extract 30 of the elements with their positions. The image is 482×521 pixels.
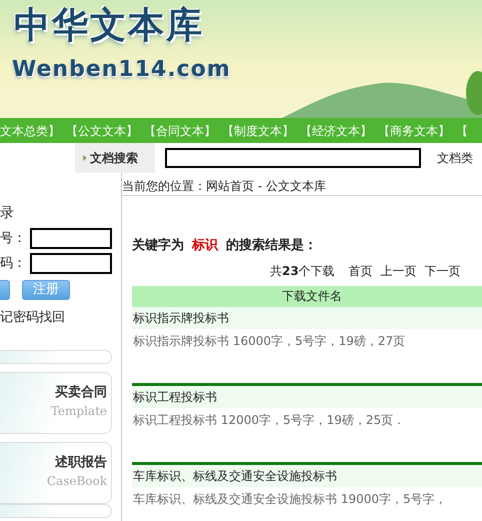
file-description: 车库标识、标线及交通安全设施投标书 19000字，5号字，	[132, 490, 448, 508]
side-panel[interactable]: 买卖合同 Template	[0, 372, 112, 434]
side-panel[interactable]: 述职报告 CaseBook	[0, 442, 112, 504]
category-label: 文档类	[437, 150, 473, 167]
panel-subtitle: Template	[50, 403, 107, 420]
breadcrumb: 当前您的位置：网站首页 - 公文文本库	[122, 173, 482, 196]
forgot-password-link[interactable]: 记密码找回	[0, 308, 121, 328]
column-header: 下载文件名	[132, 286, 482, 306]
pager-link[interactable]: 下一页	[424, 264, 461, 278]
panel-title: 述职报告	[54, 454, 107, 472]
pager-link[interactable]: 上一页	[380, 264, 417, 278]
file-title-link[interactable]: 标识工程投标书	[132, 386, 482, 408]
file-description: 标识指示牌投标书 16000字，5号字，19磅，27页	[132, 332, 406, 350]
panel-title: 买卖合同	[54, 384, 107, 402]
panel-subtitle: CaseBook	[46, 473, 107, 490]
search-label: 文档搜索	[75, 143, 155, 173]
file-title-link[interactable]: 标识指示牌投标书	[132, 306, 482, 328]
field-label: 号：	[0, 230, 26, 248]
input-field[interactable]	[30, 228, 112, 249]
site-logo-title[interactable]: 中华文本库	[14, 6, 204, 46]
search-result-heading: 关键字为 标识 的搜索结果是：	[132, 236, 318, 255]
result-count: 共23个下载	[270, 264, 335, 278]
pager-link[interactable]: 首页	[348, 264, 373, 278]
file-title-link[interactable]: 车库标识、标线及交通安全设施投标书	[132, 464, 482, 486]
site-logo-domain[interactable]: Wenben114.com	[12, 58, 231, 82]
field-label: 码：	[0, 254, 26, 273]
login-title: 录	[0, 204, 15, 223]
search-field[interactable]	[165, 148, 421, 168]
input-field[interactable]	[30, 253, 112, 274]
file-description: 标识工程投标书 12000字，5号字，19磅，25页 .	[132, 412, 402, 428]
